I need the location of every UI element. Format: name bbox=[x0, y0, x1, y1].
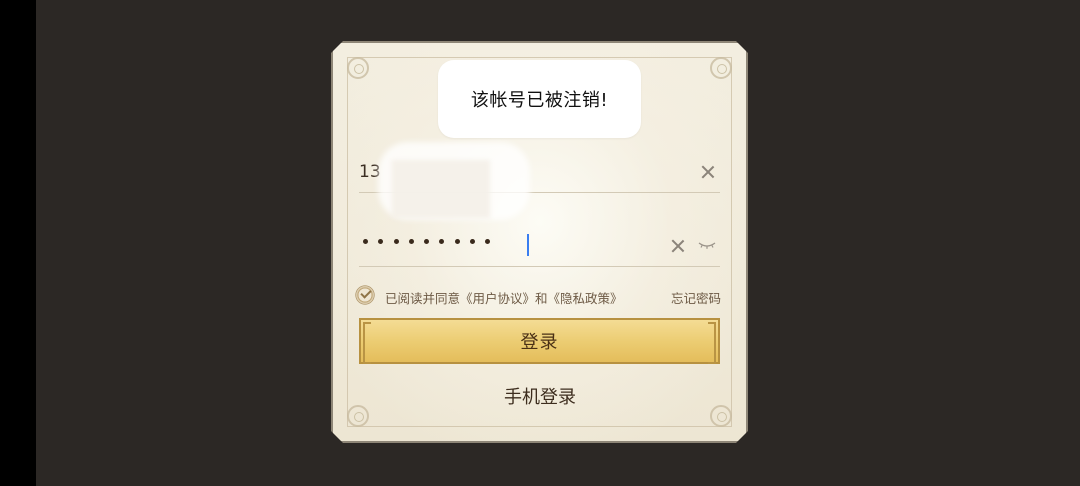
text-caret bbox=[527, 234, 529, 256]
corner-ornament-icon bbox=[347, 405, 369, 427]
login-button-label: 登录 bbox=[520, 332, 559, 353]
corner-ornament-icon bbox=[347, 57, 369, 79]
side-bar bbox=[0, 0, 36, 486]
redaction-blur bbox=[392, 160, 490, 218]
clear-password-icon[interactable] bbox=[671, 239, 685, 253]
password-mask bbox=[363, 239, 491, 244]
button-ornament bbox=[363, 322, 371, 364]
corner-ornament-icon bbox=[710, 57, 732, 79]
phone-login-link[interactable]: 手机登录 bbox=[480, 383, 600, 409]
password-field[interactable] bbox=[359, 226, 720, 267]
toast-text: 该帐号已被注销! bbox=[470, 90, 609, 111]
corner-ornament-icon bbox=[710, 405, 732, 427]
forgot-password-link[interactable]: 忘记密码 bbox=[671, 288, 721, 307]
button-ornament bbox=[708, 322, 716, 364]
agreement-checkbox[interactable] bbox=[355, 285, 375, 305]
login-button[interactable]: 登录 bbox=[359, 318, 720, 364]
eye-closed-icon[interactable] bbox=[698, 237, 716, 251]
clear-account-icon[interactable] bbox=[701, 165, 715, 179]
toast-message: 该帐号已被注销! bbox=[438, 60, 641, 138]
agreement-text[interactable]: 已阅读并同意《用户协议》和《隐私政策》 bbox=[385, 288, 623, 307]
agreement-row: 已阅读并同意《用户协议》和《隐私政策》 忘记密码 bbox=[355, 285, 721, 307]
